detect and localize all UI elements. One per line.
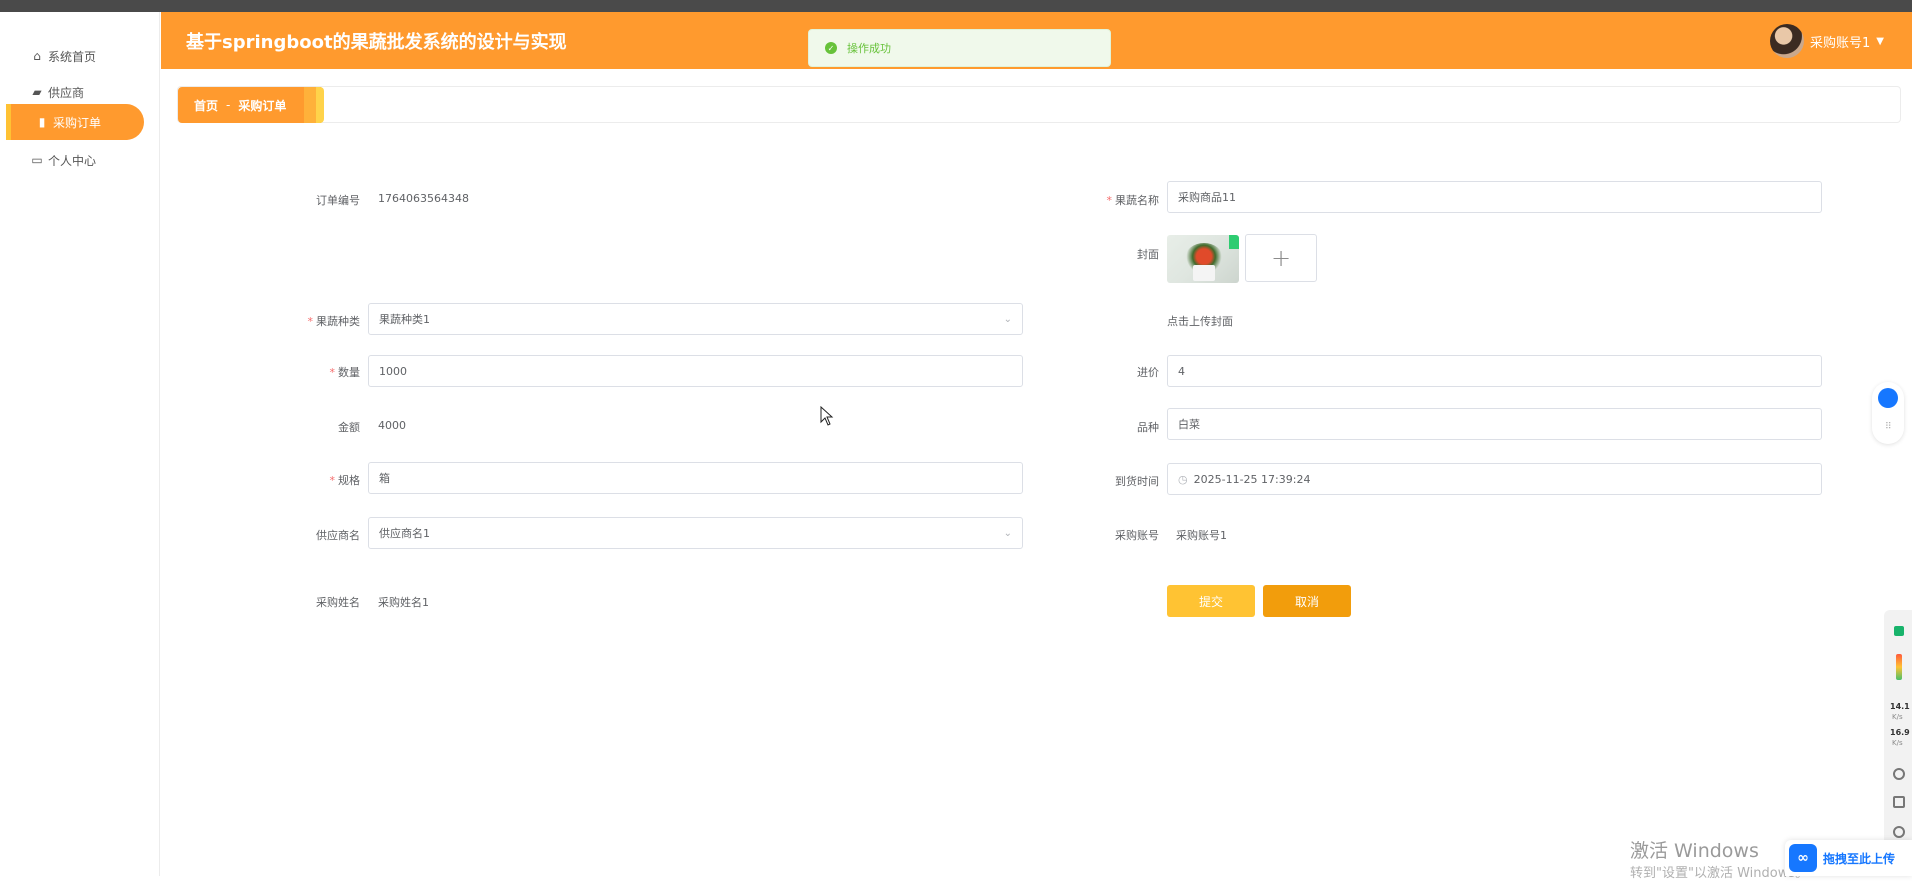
crop-icon[interactable]	[1893, 796, 1905, 808]
price-label: 进价	[1137, 366, 1159, 379]
breadcrumb-separator: -	[226, 98, 231, 112]
category-select[interactable]: 果蔬种类1 ⌄	[368, 303, 1023, 335]
drag-upload-label: 拖拽至此上传	[1823, 851, 1896, 866]
purchase-account-value: 采购账号1	[1176, 529, 1227, 542]
window-top-strip	[0, 0, 1912, 12]
windows-activation-watermark: 激活 Windows	[1630, 840, 1759, 862]
download-speed: 16.9	[1890, 728, 1910, 737]
purchase-name-label: 采购姓名	[316, 596, 360, 609]
assistant-icon	[1878, 388, 1898, 408]
sidebar-item-purchase-order[interactable]: ▮ 采购订单	[6, 104, 144, 140]
order-no-value: 1764063564348	[378, 192, 469, 205]
mouse-cursor-icon	[820, 406, 834, 426]
app-title: 基于springboot的果蔬批发系统的设计与实现	[186, 32, 567, 53]
sidebar: ⌂ 系统首页 ▰ 供应商 ▮ 采购订单 ▭ 个人中心	[0, 12, 160, 876]
submit-button[interactable]: 提交	[1167, 585, 1255, 617]
arrival-time-picker[interactable]: ◷ 2025-11-25 17:39:24	[1167, 463, 1822, 495]
tool-icon[interactable]	[1893, 768, 1905, 780]
product-name-input[interactable]: 采购商品11	[1167, 181, 1822, 213]
quantity-input[interactable]: 1000	[368, 355, 1023, 387]
floating-assistant[interactable]: ⠿	[1872, 382, 1904, 444]
upload-button[interactable]: +	[1245, 234, 1317, 282]
check-circle-icon: ✓	[825, 42, 837, 54]
drag-upload-widget[interactable]: ∞ 拖拽至此上传	[1785, 840, 1912, 876]
amount-value: 4000	[378, 419, 406, 432]
clock-icon: ◷	[1178, 472, 1188, 486]
plant-pot	[1193, 265, 1215, 281]
breadcrumb-bar: 首页 - 采购订单	[177, 86, 1901, 123]
sidebar-item-label: 采购订单	[53, 115, 102, 130]
sidebar-item-label: 个人中心	[48, 153, 97, 168]
cloud-drive-icon: ∞	[1789, 844, 1817, 872]
variety-input-value: 白菜	[1178, 418, 1200, 431]
sidebar-item-label: 系统首页	[48, 49, 97, 64]
quantity-input-value: 1000	[379, 364, 407, 378]
order-icon: ▮	[38, 115, 46, 129]
breadcrumb-decoration	[304, 87, 316, 123]
cancel-button[interactable]: 取消	[1263, 585, 1351, 617]
shield-icon	[1894, 626, 1904, 636]
price-input[interactable]: 4	[1167, 355, 1822, 387]
cover-image[interactable]	[1167, 235, 1239, 283]
cover-label: 封面	[1137, 248, 1159, 261]
toast-message: 操作成功	[847, 42, 891, 55]
upload-speed-unit: K/s	[1892, 713, 1903, 721]
arrival-time-value: 2025-11-25 17:39:24	[1193, 472, 1311, 486]
spec-label: * 规格	[329, 474, 361, 487]
purchase-account-label: 采购账号	[1115, 529, 1159, 542]
breadcrumb-decoration	[316, 87, 324, 123]
usage-bar	[1896, 654, 1902, 680]
order-no-label: 订单编号	[316, 194, 360, 207]
category-label: * 果蔬种类	[307, 315, 361, 328]
sidebar-item-profile[interactable]: ▭ 个人中心	[6, 142, 144, 178]
category-select-value: 果蔬种类1	[379, 313, 430, 326]
user-name: 采购账号1	[1810, 35, 1871, 51]
variety-label: 品种	[1137, 421, 1159, 434]
breadcrumb-current: 采购订单	[238, 98, 287, 113]
avatar	[1770, 24, 1805, 58]
breadcrumb: 首页 - 采购订单	[178, 87, 321, 123]
search-icon[interactable]	[1893, 826, 1905, 838]
drag-handle-icon[interactable]: ⠿	[1885, 422, 1892, 432]
supplier-name-label: 供应商名	[316, 529, 360, 542]
user-menu[interactable]: 采购账号1 ▼	[1770, 24, 1884, 58]
windows-activation-hint: 转到"设置"以激活 Windows。	[1630, 866, 1809, 881]
breadcrumb-home[interactable]: 首页	[194, 97, 218, 114]
system-monitor-panel: 14.1 K/s 16.9 K/s	[1884, 610, 1912, 876]
spec-input[interactable]: 箱	[368, 462, 1023, 494]
download-speed-unit: K/s	[1892, 739, 1903, 747]
upload-success-corner	[1229, 235, 1239, 249]
product-name-input-value: 采购商品11	[1178, 191, 1236, 204]
price-input-value: 4	[1178, 364, 1185, 378]
arrival-time-label: 到货时间	[1115, 475, 1159, 488]
product-name-label: * 果蔬名称	[1106, 194, 1160, 207]
cover-upload-hint: 点击上传封面	[1167, 315, 1233, 328]
spec-input-value: 箱	[379, 472, 390, 485]
plus-icon: +	[1270, 244, 1292, 272]
chevron-down-icon: ⌄	[1003, 313, 1012, 325]
supplier-select-value: 供应商名1	[379, 527, 430, 540]
quantity-label: * 数量	[329, 366, 361, 379]
chevron-down-icon: ⌄	[1003, 527, 1012, 539]
sidebar-item-home[interactable]: ⌂ 系统首页	[6, 38, 144, 74]
profile-icon: ▭	[31, 153, 43, 167]
variety-input[interactable]: 白菜	[1167, 408, 1822, 440]
upload-speed: 14.1	[1890, 702, 1910, 711]
home-icon: ⌂	[33, 49, 41, 63]
amount-label: 金额	[338, 421, 360, 434]
caret-down-icon: ▼	[1876, 35, 1884, 47]
sidebar-item-label: 供应商	[48, 85, 85, 100]
purchase-name-value: 采购姓名1	[378, 596, 429, 609]
success-toast: ✓ 操作成功	[808, 29, 1111, 67]
briefcase-icon: ▰	[32, 85, 42, 99]
supplier-select[interactable]: 供应商名1 ⌄	[368, 517, 1023, 549]
